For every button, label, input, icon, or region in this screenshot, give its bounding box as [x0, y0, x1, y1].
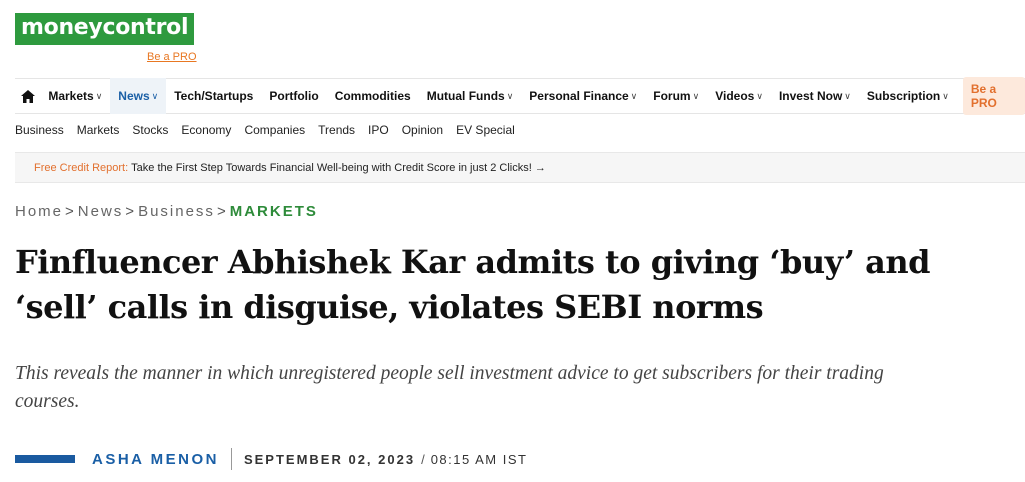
nav-item-label: Mutual Funds: [426, 89, 505, 103]
chevron-down-icon: ∨: [506, 90, 514, 101]
breadcrumb: Home > News > Business > MARKETS: [15, 203, 318, 220]
nav-item-label: Tech/Startups: [174, 89, 254, 103]
byline-divider: [230, 448, 232, 470]
subnav-item-opinion[interactable]: Opinion: [402, 123, 443, 137]
credit-report-banner[interactable]: Free Credit Report: Take the First Step …: [15, 152, 1025, 183]
nav-item-label: Commodities: [334, 89, 411, 103]
nav-item-label: News: [118, 89, 150, 103]
subnav-item-ipo[interactable]: IPO: [368, 123, 389, 137]
nav-item-label: Portfolio: [269, 89, 319, 103]
publish-time: 08:15 AM IST: [430, 451, 528, 467]
breadcrumb-news[interactable]: News: [78, 203, 124, 220]
logo-text-control: control: [102, 15, 189, 40]
chevron-down-icon: ∨: [95, 90, 103, 101]
byline-accent-bar: [15, 455, 75, 463]
breadcrumb-home[interactable]: Home: [15, 203, 63, 220]
nav-item-label: Invest Now: [778, 89, 843, 103]
chevron-down-icon: ∨: [844, 90, 851, 101]
logo-text-money: money: [21, 15, 103, 40]
subnav-item-companies[interactable]: Companies: [244, 123, 305, 137]
banner-highlight: Free Credit Report:: [34, 161, 129, 174]
sub-nav: Business Markets Stocks Economy Companies Tre…: [15, 119, 528, 141]
subnav-item-trends[interactable]: Trends: [318, 123, 355, 137]
date-separator: /: [421, 451, 425, 467]
nav-item-commodities[interactable]: Commodities: [327, 78, 419, 114]
logo-area: moneycontrol Be a PRO: [15, 13, 197, 63]
subnav-item-economy[interactable]: Economy: [181, 123, 231, 137]
moneycontrol-logo[interactable]: moneycontrol: [15, 13, 195, 45]
banner-text: Take the First Step Towards Financial We…: [131, 161, 546, 174]
nav-item-personal-finance[interactable]: Personal Finance ∨: [521, 78, 645, 114]
author-name[interactable]: ASHA MENON: [92, 451, 219, 468]
nav-item-forum[interactable]: Forum ∨: [645, 78, 707, 114]
nav-items: Markets ∨ News ∨ Tech/Startups Portfolio Commo…: [40, 78, 957, 114]
nav-item-invest-now[interactable]: Invest Now ∨: [771, 78, 859, 114]
chevron-down-icon: ∨: [630, 90, 638, 101]
breadcrumb-business[interactable]: Business: [138, 203, 215, 220]
nav-item-label: Forum: [653, 89, 691, 103]
nav-item-label: Subscription: [866, 89, 941, 103]
nav-item-videos[interactable]: Videos ∨: [707, 78, 771, 114]
home-icon[interactable]: [15, 89, 40, 103]
nav-item-label: Personal Finance: [529, 89, 629, 103]
publish-date: SEPTEMBER 02, 2023: [243, 451, 416, 467]
article-summary: This reveals the manner in which unregis…: [15, 363, 884, 412]
subnav-item-stocks[interactable]: Stocks: [132, 123, 168, 137]
nav-item-news[interactable]: News ∨: [110, 78, 167, 114]
nav-item-label: Videos: [715, 89, 755, 103]
be-a-pro-link[interactable]: Be a PRO: [147, 51, 197, 63]
nav-item-subscription[interactable]: Subscription ∨: [859, 78, 957, 114]
article-byline: ASHA MENON SEPTEMBER 02, 2023 / 08:15 AM…: [15, 447, 1015, 471]
nav-item-label: Markets: [48, 89, 94, 103]
subnav-item-ev-special[interactable]: EV Special: [456, 123, 515, 137]
breadcrumb-separator: >: [125, 203, 137, 220]
subnav-item-markets[interactable]: Markets: [77, 123, 120, 137]
chevron-down-icon: ∨: [151, 90, 159, 101]
nav-item-markets[interactable]: Markets ∨: [40, 78, 110, 114]
main-nav: Markets ∨ News ∨ Tech/Startups Portfolio Commo…: [15, 77, 1025, 115]
nav-item-portfolio[interactable]: Portfolio: [261, 78, 326, 114]
chevron-down-icon: ∨: [692, 90, 700, 101]
nav-item-mutual-funds[interactable]: Mutual Funds ∨: [419, 78, 522, 114]
breadcrumb-separator: >: [65, 203, 76, 220]
subnav-item-business[interactable]: Business: [15, 123, 64, 137]
chevron-down-icon: ∨: [942, 90, 949, 101]
chevron-down-icon: ∨: [756, 90, 763, 101]
be-a-pro-button[interactable]: Be a PRO: [962, 77, 1025, 115]
article-headline: Finfluencer Abhishek Kar admits to givin…: [15, 243, 931, 326]
nav-item-tech-startups[interactable]: Tech/Startups: [166, 78, 261, 114]
breadcrumb-separator: >: [216, 203, 228, 220]
breadcrumb-markets[interactable]: MARKETS: [230, 203, 318, 220]
